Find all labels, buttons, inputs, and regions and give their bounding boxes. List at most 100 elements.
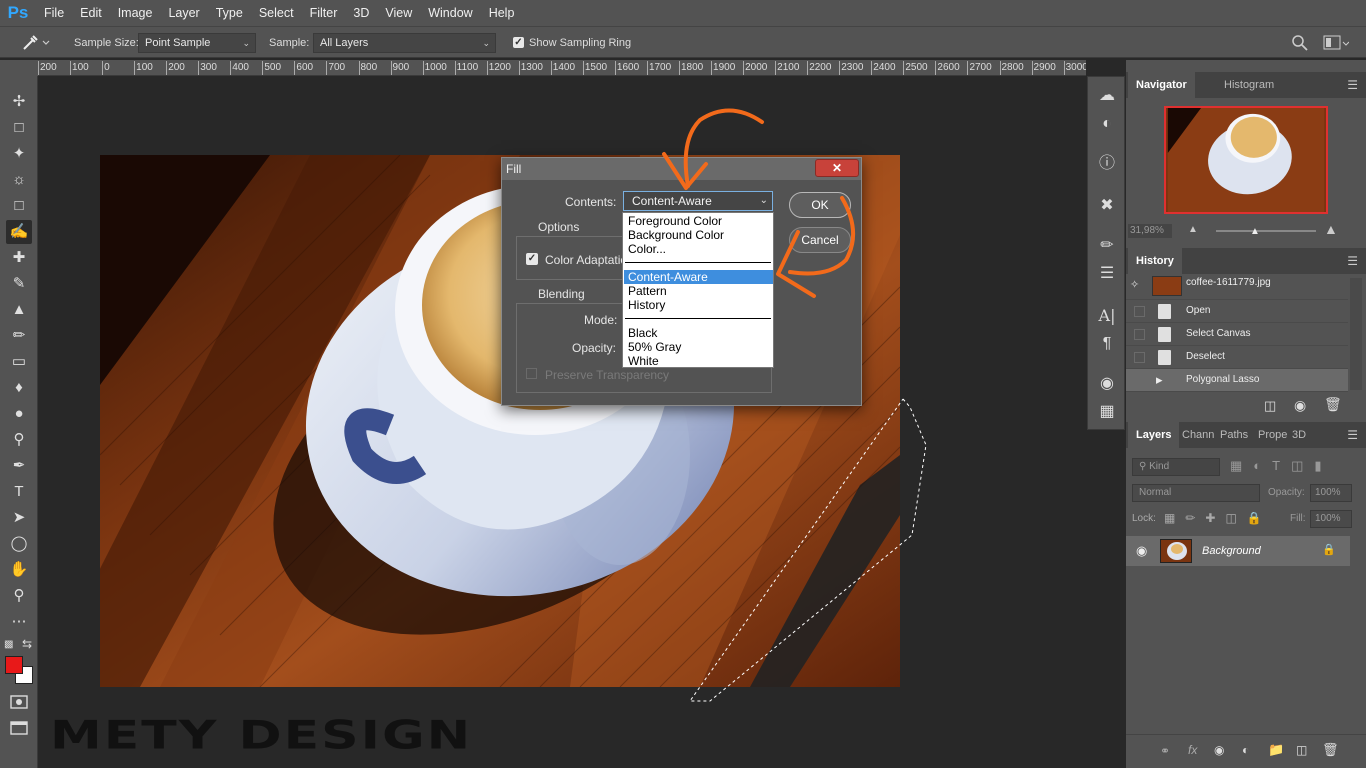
navigator-zoom-field[interactable]: 31,98%	[1128, 224, 1172, 238]
lasso-tool-icon[interactable]: ✦	[6, 142, 32, 166]
brush-settings-icon[interactable]: ✖	[1096, 195, 1118, 217]
new-document-from-state-icon[interactable]: ◫	[1264, 398, 1276, 414]
history-item[interactable]: Deselect	[1126, 346, 1348, 369]
menu-image[interactable]: Image	[110, 0, 161, 26]
dodge-tool-icon[interactable]: ⚲	[6, 428, 32, 452]
layer-style-icon[interactable]: fx	[1188, 743, 1197, 757]
panel-menu-icon[interactable]: ☰	[1347, 254, 1358, 268]
panel-menu-icon[interactable]: ☰	[1347, 78, 1358, 92]
option-white[interactable]: White	[628, 354, 659, 368]
trash-icon[interactable]: 🗑	[1324, 396, 1342, 413]
link-layers-icon[interactable]: ⚭	[1160, 744, 1170, 758]
navigator-zoom-slider[interactable]	[1216, 230, 1316, 232]
panel-menu-icon[interactable]: ☰	[1347, 428, 1358, 442]
show-sampling-ring-checkbox[interactable]: ✓	[513, 37, 524, 48]
menu-type[interactable]: Type	[208, 0, 251, 26]
menu-help[interactable]: Help	[481, 0, 523, 26]
ellipse-tool-icon[interactable]: ◯	[6, 532, 32, 556]
menu-filter[interactable]: Filter	[302, 0, 346, 26]
hand-tool-icon[interactable]: ✋	[6, 558, 32, 582]
libraries-icon[interactable]: ☁	[1096, 85, 1118, 107]
clone-stamp-tool-icon[interactable]: ▲	[6, 298, 32, 322]
crop-tool-icon[interactable]: □	[6, 194, 32, 218]
adjustment-layer-icon[interactable]: ◐	[1242, 743, 1249, 757]
fill-field[interactable]: 100%	[1310, 510, 1352, 528]
adjustments-icon[interactable]: ◐	[1096, 113, 1118, 135]
history-brush-tool-icon[interactable]: ✏	[6, 324, 32, 348]
quick-select-tool-icon[interactable]: ☼	[6, 168, 32, 192]
sample-select[interactable]: All Layers ⌄	[313, 33, 496, 53]
zoom-out-icon[interactable]: ▲	[1188, 224, 1198, 235]
layer-name[interactable]: Background	[1202, 545, 1261, 557]
menu-3d[interactable]: 3D	[345, 0, 377, 26]
new-layer-icon[interactable]: ◫	[1296, 743, 1307, 757]
tab-histogram[interactable]: Histogram	[1216, 72, 1282, 98]
foreground-color-swatch[interactable]	[5, 656, 23, 674]
blur-tool-icon[interactable]: ●	[6, 402, 32, 426]
horizontal-ruler[interactable]: 200 100 0 100 200 300 400 500 600 700 800 900 1000 11…	[38, 60, 1086, 76]
blend-mode-select[interactable]: Normal	[1132, 484, 1260, 502]
history-snapshot[interactable]: ✧ coffee-1611779.jpg	[1126, 274, 1348, 300]
eraser-tool-icon[interactable]: ▭	[6, 350, 32, 374]
workspace-icon[interactable]	[1323, 34, 1350, 52]
search-icon[interactable]	[1291, 34, 1309, 52]
layer-row-background[interactable]: ◉ Background 🔒	[1126, 536, 1350, 566]
paragraph-icon[interactable]: ¶	[1096, 333, 1118, 355]
option-history[interactable]: History	[628, 298, 665, 312]
delete-layer-icon[interactable]: 🗑	[1322, 742, 1339, 758]
tab-history[interactable]: History	[1128, 248, 1182, 274]
move-tool-icon[interactable]: ✢	[6, 90, 32, 114]
brush-tool-icon[interactable]: ✎	[6, 272, 32, 296]
menu-window[interactable]: Window	[420, 0, 480, 26]
brushes-icon[interactable]: ✏	[1096, 235, 1118, 257]
healing-brush-tool-icon[interactable]: ✚	[6, 246, 32, 270]
history-item-selected[interactable]: ▸ Polygonal Lasso	[1126, 369, 1348, 392]
group-folder-icon[interactable]: 📁	[1268, 742, 1284, 758]
layer-filter-select[interactable]: ⚲ Kind	[1132, 458, 1220, 476]
history-item[interactable]: Open	[1126, 300, 1348, 323]
opacity-field[interactable]: 100%	[1310, 484, 1352, 502]
path-select-tool-icon[interactable]: ➤	[6, 506, 32, 530]
color-adaptation-checkbox[interactable]: ✓	[526, 253, 538, 265]
default-colors-icon[interactable]: ▩	[4, 639, 13, 650]
camera-icon[interactable]: ◉	[1294, 397, 1306, 414]
add-mask-icon[interactable]: ◉	[1214, 743, 1224, 757]
menu-layer[interactable]: Layer	[160, 0, 207, 26]
preserve-transparency-checkbox[interactable]	[526, 368, 537, 379]
sliders-icon[interactable]: ☰	[1096, 263, 1118, 285]
history-source-checkbox[interactable]	[1134, 329, 1145, 340]
history-source-checkbox[interactable]	[1134, 375, 1145, 386]
tab-layers[interactable]: Layers	[1128, 422, 1180, 448]
swatches-icon[interactable]: ◉	[1096, 373, 1118, 395]
history-source-checkbox[interactable]	[1134, 352, 1145, 363]
type-tool-icon[interactable]: T	[6, 480, 32, 504]
layer-filter-icons[interactable]: ▦◐T◫▮	[1230, 458, 1333, 474]
tab-navigator[interactable]: Navigator	[1128, 72, 1195, 98]
tab-3d[interactable]: 3D	[1284, 422, 1314, 448]
option-black[interactable]: Black	[628, 326, 657, 340]
eyedropper-preset-icon[interactable]	[20, 33, 50, 53]
zoom-in-icon[interactable]: ▲	[1324, 221, 1338, 237]
eye-visibility-icon[interactable]: ◉	[1136, 543, 1147, 559]
screen-mode-icon[interactable]	[6, 716, 32, 740]
paint-bucket-tool-icon[interactable]: ♦	[6, 376, 32, 400]
marquee-tool-icon[interactable]: □	[6, 116, 32, 140]
navigator-thumbnail[interactable]	[1164, 106, 1328, 214]
option-50-gray[interactable]: 50% Gray	[628, 340, 681, 354]
swap-colors-icon[interactable]: ⇆	[22, 637, 32, 651]
sample-size-select[interactable]: Point Sample ⌄	[138, 33, 256, 53]
menu-view[interactable]: View	[377, 0, 420, 26]
quick-mask-icon[interactable]	[6, 690, 32, 714]
history-source-checkbox[interactable]	[1134, 306, 1145, 317]
zoom-slider-handle[interactable]: ▲	[1250, 226, 1260, 237]
history-item[interactable]: Select Canvas	[1126, 323, 1348, 346]
grid-icon[interactable]: ▦	[1096, 401, 1118, 423]
character-icon[interactable]: A|	[1096, 305, 1118, 327]
pen-tool-icon[interactable]: ✒	[6, 454, 32, 478]
menu-file[interactable]: File	[36, 0, 72, 26]
history-scrollbar[interactable]	[1350, 278, 1362, 390]
eyedropper-tool-icon[interactable]: ✍	[6, 220, 32, 244]
history-brush-source-icon[interactable]: ✧	[1130, 278, 1139, 291]
info-icon[interactable]: ⓘ	[1096, 153, 1118, 175]
zoom-tool-icon[interactable]: ⚲	[6, 584, 32, 608]
